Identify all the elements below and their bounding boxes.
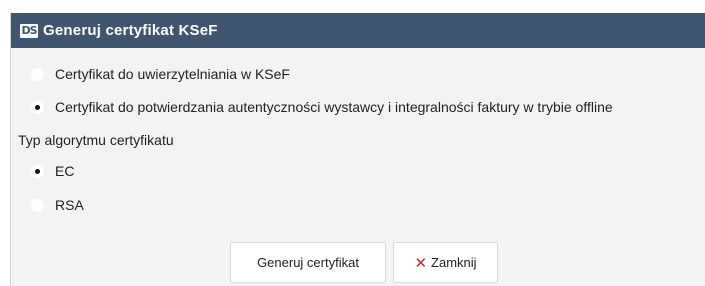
radio-label: RSA — [55, 197, 84, 213]
app-logo: DS — [20, 23, 38, 38]
radio-button-checked[interactable] — [31, 100, 44, 114]
button-label: Generuj certyfikat — [257, 255, 359, 270]
radio-button[interactable] — [31, 198, 44, 212]
radio-button-checked[interactable] — [31, 164, 44, 178]
close-icon: ✕ — [414, 253, 428, 272]
radio-option-auth-certificate[interactable]: Certyfikat do uwierzytelniania w KSeF — [31, 66, 290, 82]
generate-certificate-dialog: DS Generuj certyfikat KSeF Certyfikat do… — [10, 13, 705, 286]
radio-label: Certyfikat do potwierdzania autentycznoś… — [55, 99, 613, 115]
radio-option-offline-certificate[interactable]: Certyfikat do potwierdzania autentycznoś… — [31, 99, 613, 115]
radio-button[interactable] — [31, 67, 44, 81]
dialog-titlebar: DS Generuj certyfikat KSeF — [11, 13, 705, 48]
radio-label: EC — [55, 163, 75, 179]
dialog-title: Generuj certyfikat KSeF — [43, 22, 218, 39]
generate-certificate-button[interactable]: Generuj certyfikat — [230, 242, 386, 283]
button-label: Zamknij — [431, 255, 477, 270]
radio-label: Certyfikat do uwierzytelniania w KSeF — [55, 66, 290, 82]
radio-option-ec[interactable]: EC — [31, 163, 74, 179]
algorithm-type-label: Typ algorytmu certyfikatu — [18, 132, 174, 148]
close-button[interactable]: ✕ Zamknij — [393, 242, 498, 283]
radio-option-rsa[interactable]: RSA — [31, 197, 84, 213]
